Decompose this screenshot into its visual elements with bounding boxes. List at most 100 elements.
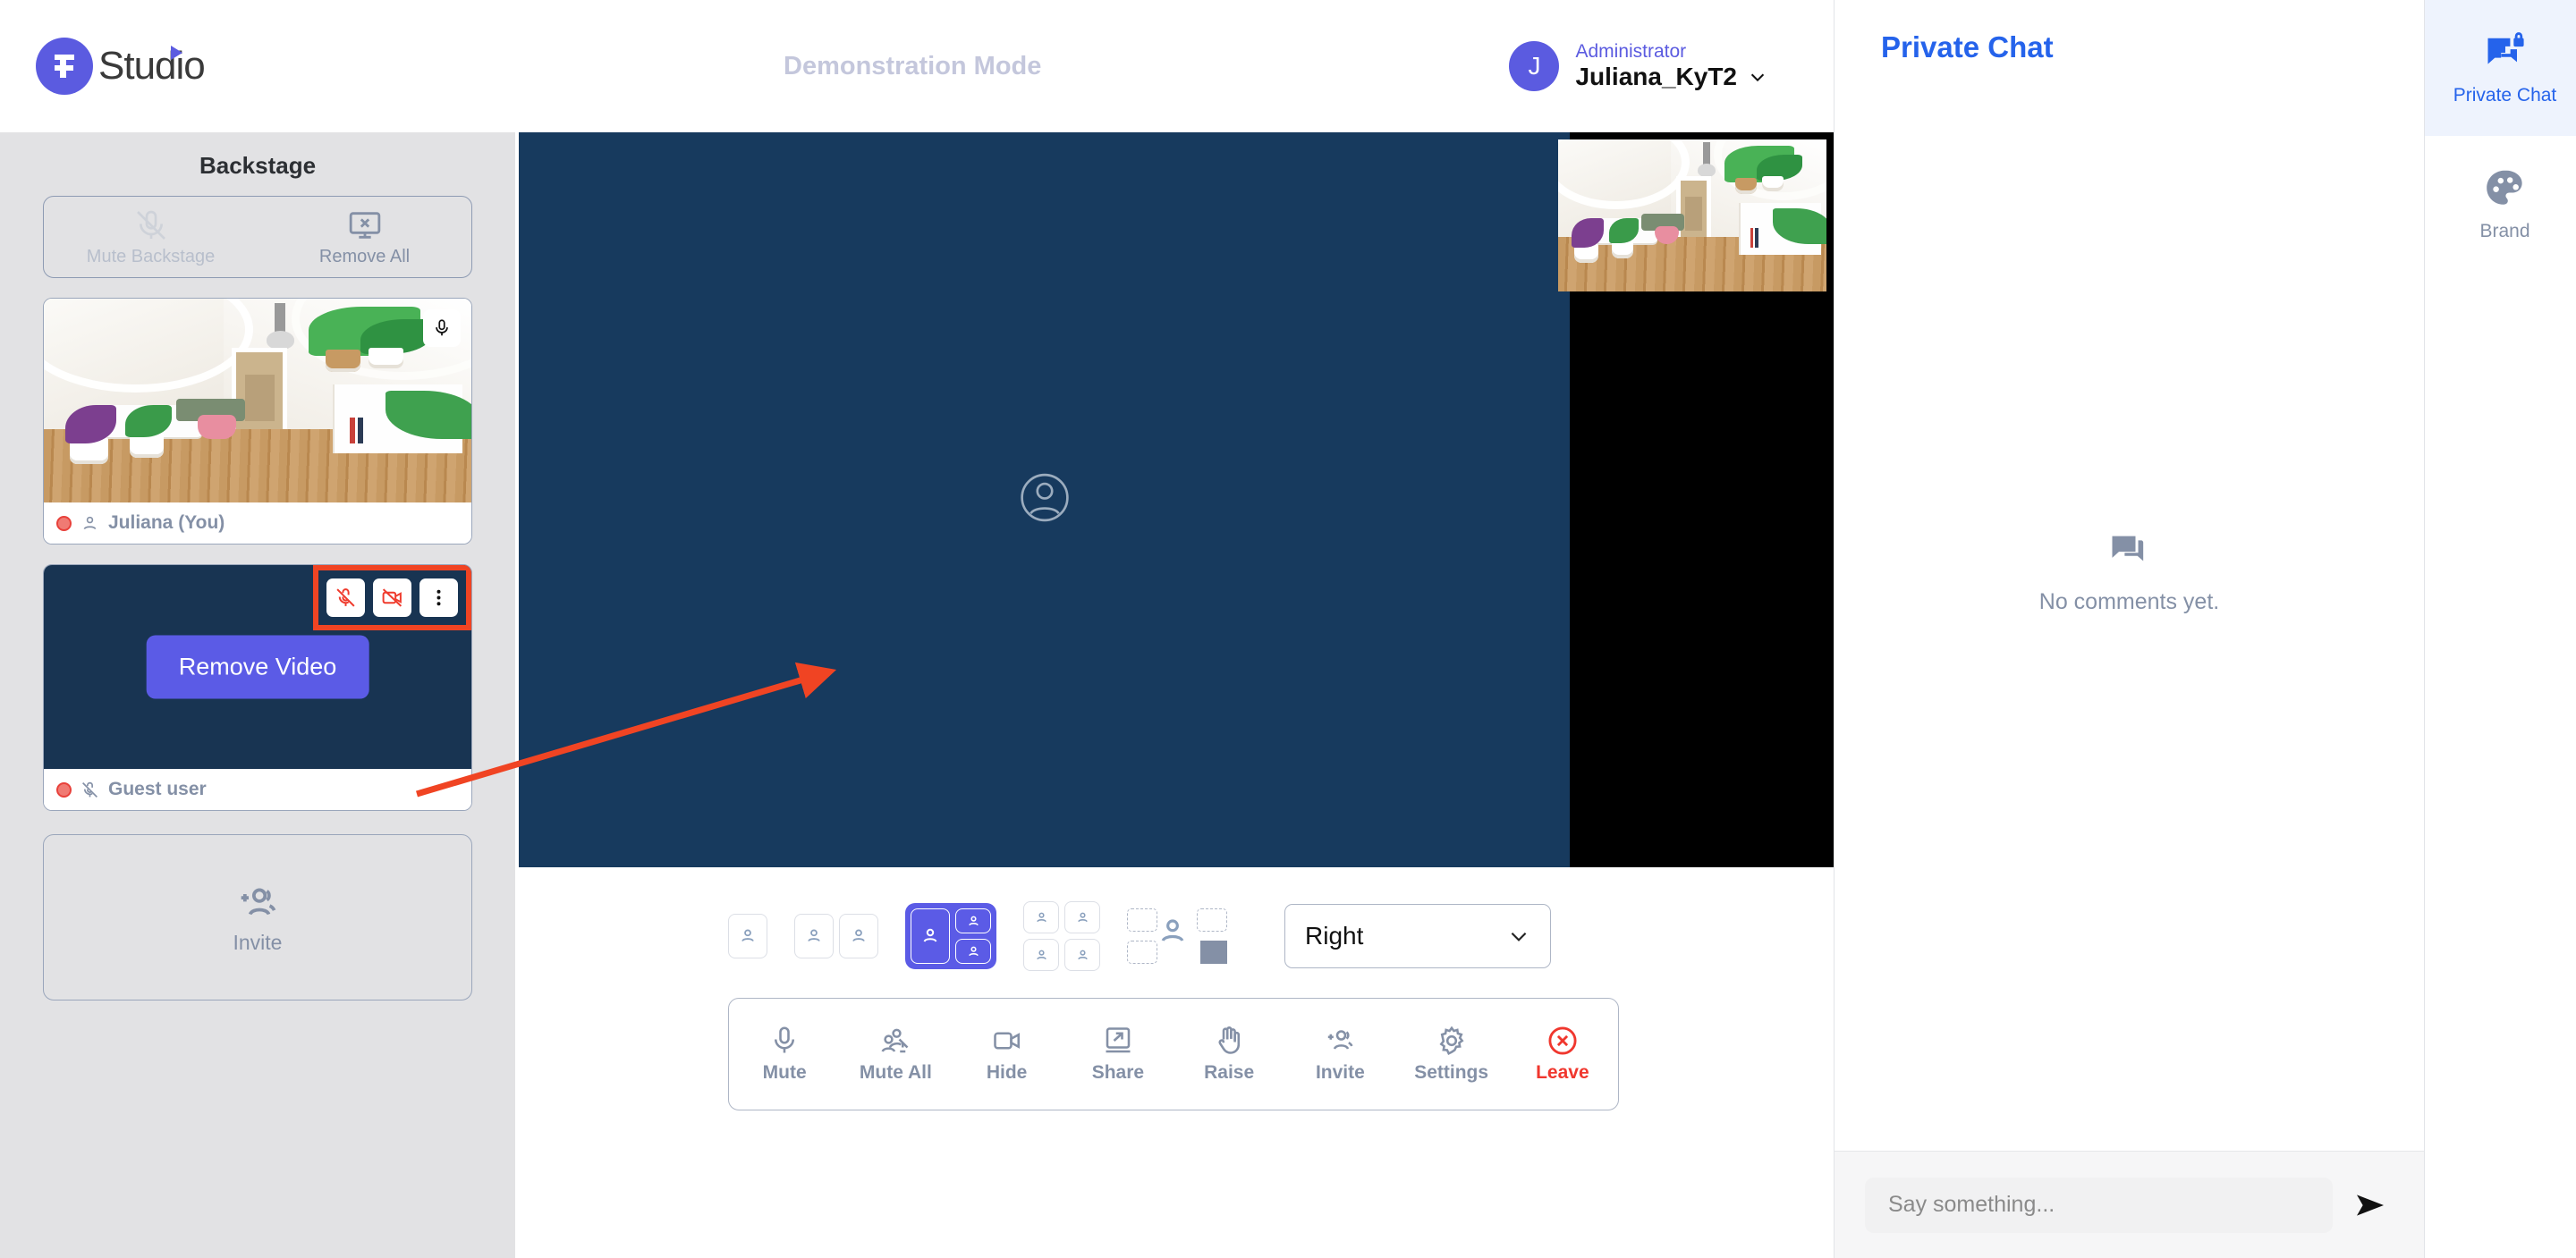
rail-private-chat-label: Private Chat bbox=[2453, 85, 2557, 106]
mute-backstage-button[interactable]: Mute Backstage bbox=[44, 207, 258, 267]
layout-pip-highlight bbox=[1200, 941, 1227, 964]
toolbar-raise-label: Raise bbox=[1204, 1062, 1255, 1083]
toolbar-hide-label: Hide bbox=[986, 1062, 1028, 1083]
microphone-off-icon bbox=[336, 588, 355, 607]
person-icon bbox=[1077, 912, 1088, 922]
camera-icon bbox=[993, 1032, 1020, 1050]
logo-bar: Studio bbox=[0, 0, 515, 132]
toolbar-share-button[interactable]: Share bbox=[1069, 1025, 1167, 1084]
invite-backstage-button[interactable]: Invite bbox=[43, 834, 472, 1000]
picture-in-picture-self-view[interactable] bbox=[1558, 139, 1826, 291]
person-icon bbox=[852, 929, 865, 942]
toolbar-mute-button[interactable]: Mute bbox=[735, 1025, 834, 1084]
stage-wrapper bbox=[515, 132, 1834, 867]
layout-selector: Right bbox=[728, 901, 1834, 971]
toolbar-settings-label: Settings bbox=[1414, 1062, 1489, 1083]
person-icon bbox=[968, 916, 979, 925]
rail-item-private-chat[interactable]: Private Chat bbox=[2425, 0, 2576, 136]
layout-single-option[interactable] bbox=[728, 914, 767, 958]
center-column: Demonstration Mode J Administrator Julia… bbox=[515, 0, 1834, 1258]
remove-all-button[interactable]: Remove All bbox=[258, 207, 471, 267]
top-bar: Demonstration Mode J Administrator Julia… bbox=[515, 0, 1834, 132]
person-circle-icon bbox=[1020, 473, 1069, 522]
layout-cell bbox=[728, 914, 767, 958]
guest-video: Remove Video bbox=[44, 565, 471, 769]
send-arrow-icon bbox=[2357, 1194, 2384, 1216]
more-options-button[interactable] bbox=[419, 578, 458, 617]
toolbar-mute-all-button[interactable]: Mute All bbox=[846, 1025, 945, 1084]
studio-app: Studio Backstage Mute Backstage Remove A… bbox=[0, 0, 2576, 1258]
stage-person-placeholder bbox=[1019, 472, 1071, 528]
chat-empty-state: No comments yet. bbox=[1835, 0, 2424, 1151]
user-name: Juliana_KyT2 bbox=[1575, 62, 1737, 90]
record-dot-icon bbox=[56, 515, 72, 531]
toolbar-mute-label: Mute bbox=[762, 1062, 807, 1083]
layout-cell bbox=[911, 908, 950, 964]
mute-guest-button[interactable] bbox=[326, 578, 365, 617]
chevron-down-icon[interactable] bbox=[1748, 67, 1767, 87]
stage-main-video bbox=[519, 132, 1570, 867]
avatar: J bbox=[1509, 40, 1560, 91]
user-menu[interactable]: J Administrator Juliana_KyT2 bbox=[1509, 41, 1767, 91]
chat-input[interactable] bbox=[1865, 1177, 2333, 1233]
chevron-down-icon bbox=[1511, 932, 1527, 941]
person-icon bbox=[1161, 919, 1184, 941]
brand-name-text: Studio bbox=[98, 44, 206, 88]
microphone-icon bbox=[775, 1026, 795, 1053]
layout-two-up-option[interactable] bbox=[794, 914, 878, 958]
person-icon bbox=[923, 928, 937, 942]
toolbar-settings-button[interactable]: Settings bbox=[1402, 1025, 1501, 1084]
remove-all-screen-icon bbox=[349, 211, 380, 239]
more-vertical-icon bbox=[436, 589, 441, 606]
layout-one-plus-two-option[interactable] bbox=[905, 903, 996, 969]
layout-grid-four-option[interactable] bbox=[1023, 901, 1100, 971]
guest-footer: Guest user bbox=[44, 769, 471, 810]
call-toolbar: Mute Mute All Hide Share Raise Invite Se… bbox=[728, 998, 1619, 1110]
layout-cell bbox=[1064, 939, 1100, 971]
participant-tile-guest[interactable]: Remove Video Guest user bbox=[43, 564, 472, 811]
private-chat-panel: Private Chat No comments yet. bbox=[1834, 0, 2424, 1258]
disable-guest-camera-button[interactable] bbox=[373, 578, 411, 617]
layout-cell bbox=[955, 908, 991, 933]
toolbar-share-label: Share bbox=[1091, 1062, 1145, 1083]
palette-icon bbox=[2486, 170, 2522, 205]
backstage-actions: Mute Backstage Remove All bbox=[43, 196, 472, 278]
person-icon bbox=[1036, 950, 1046, 959]
layout-cell bbox=[1023, 939, 1059, 971]
layout-cell bbox=[1155, 914, 1191, 954]
guest-controls-highlight bbox=[313, 565, 471, 630]
layout-picture-in-picture-option[interactable] bbox=[1127, 908, 1227, 964]
person-icon bbox=[741, 929, 754, 942]
toolbar-raise-button[interactable]: Raise bbox=[1180, 1025, 1278, 1084]
mute-all-icon bbox=[881, 1028, 909, 1053]
backstage-panel: Backstage Mute Backstage Remove All Juli… bbox=[0, 132, 515, 1258]
layout-position-value: Right bbox=[1305, 922, 1364, 950]
brand-name: Studio bbox=[98, 44, 206, 89]
add-people-icon bbox=[241, 888, 276, 916]
toolbar-invite-button[interactable]: Invite bbox=[1291, 1025, 1389, 1084]
camera-off-icon bbox=[382, 588, 402, 607]
person-icon bbox=[968, 946, 979, 956]
rail-item-brand[interactable]: Brand bbox=[2425, 136, 2576, 272]
toolbar-hide-button[interactable]: Hide bbox=[958, 1025, 1056, 1084]
room-photo bbox=[44, 299, 471, 502]
participant-name: Juliana (You) bbox=[108, 512, 225, 533]
add-people-icon bbox=[1328, 1030, 1353, 1050]
raise-hand-icon bbox=[1218, 1026, 1241, 1054]
person-icon bbox=[1077, 950, 1088, 959]
toolbar-leave-button[interactable]: Leave bbox=[1513, 1025, 1612, 1084]
participant-footer: Juliana (You) bbox=[44, 502, 471, 544]
user-meta: Administrator Juliana_KyT2 bbox=[1575, 41, 1767, 91]
participant-tile-juliana[interactable]: Juliana (You) bbox=[43, 298, 472, 545]
play-triangle-icon bbox=[170, 46, 182, 60]
toolbar-invite-label: Invite bbox=[1315, 1062, 1365, 1083]
send-message-button[interactable] bbox=[2352, 1187, 2388, 1223]
toolbar-mute-all-label: Mute All bbox=[859, 1062, 932, 1083]
participant-mic-button[interactable] bbox=[423, 309, 461, 347]
video-stage[interactable] bbox=[519, 132, 1834, 867]
microphone-icon bbox=[436, 319, 448, 336]
share-screen-icon bbox=[1106, 1027, 1131, 1053]
remove-video-button[interactable]: Remove Video bbox=[146, 635, 369, 699]
user-role: Administrator bbox=[1575, 40, 1687, 62]
layout-position-select[interactable]: Right bbox=[1284, 904, 1551, 968]
